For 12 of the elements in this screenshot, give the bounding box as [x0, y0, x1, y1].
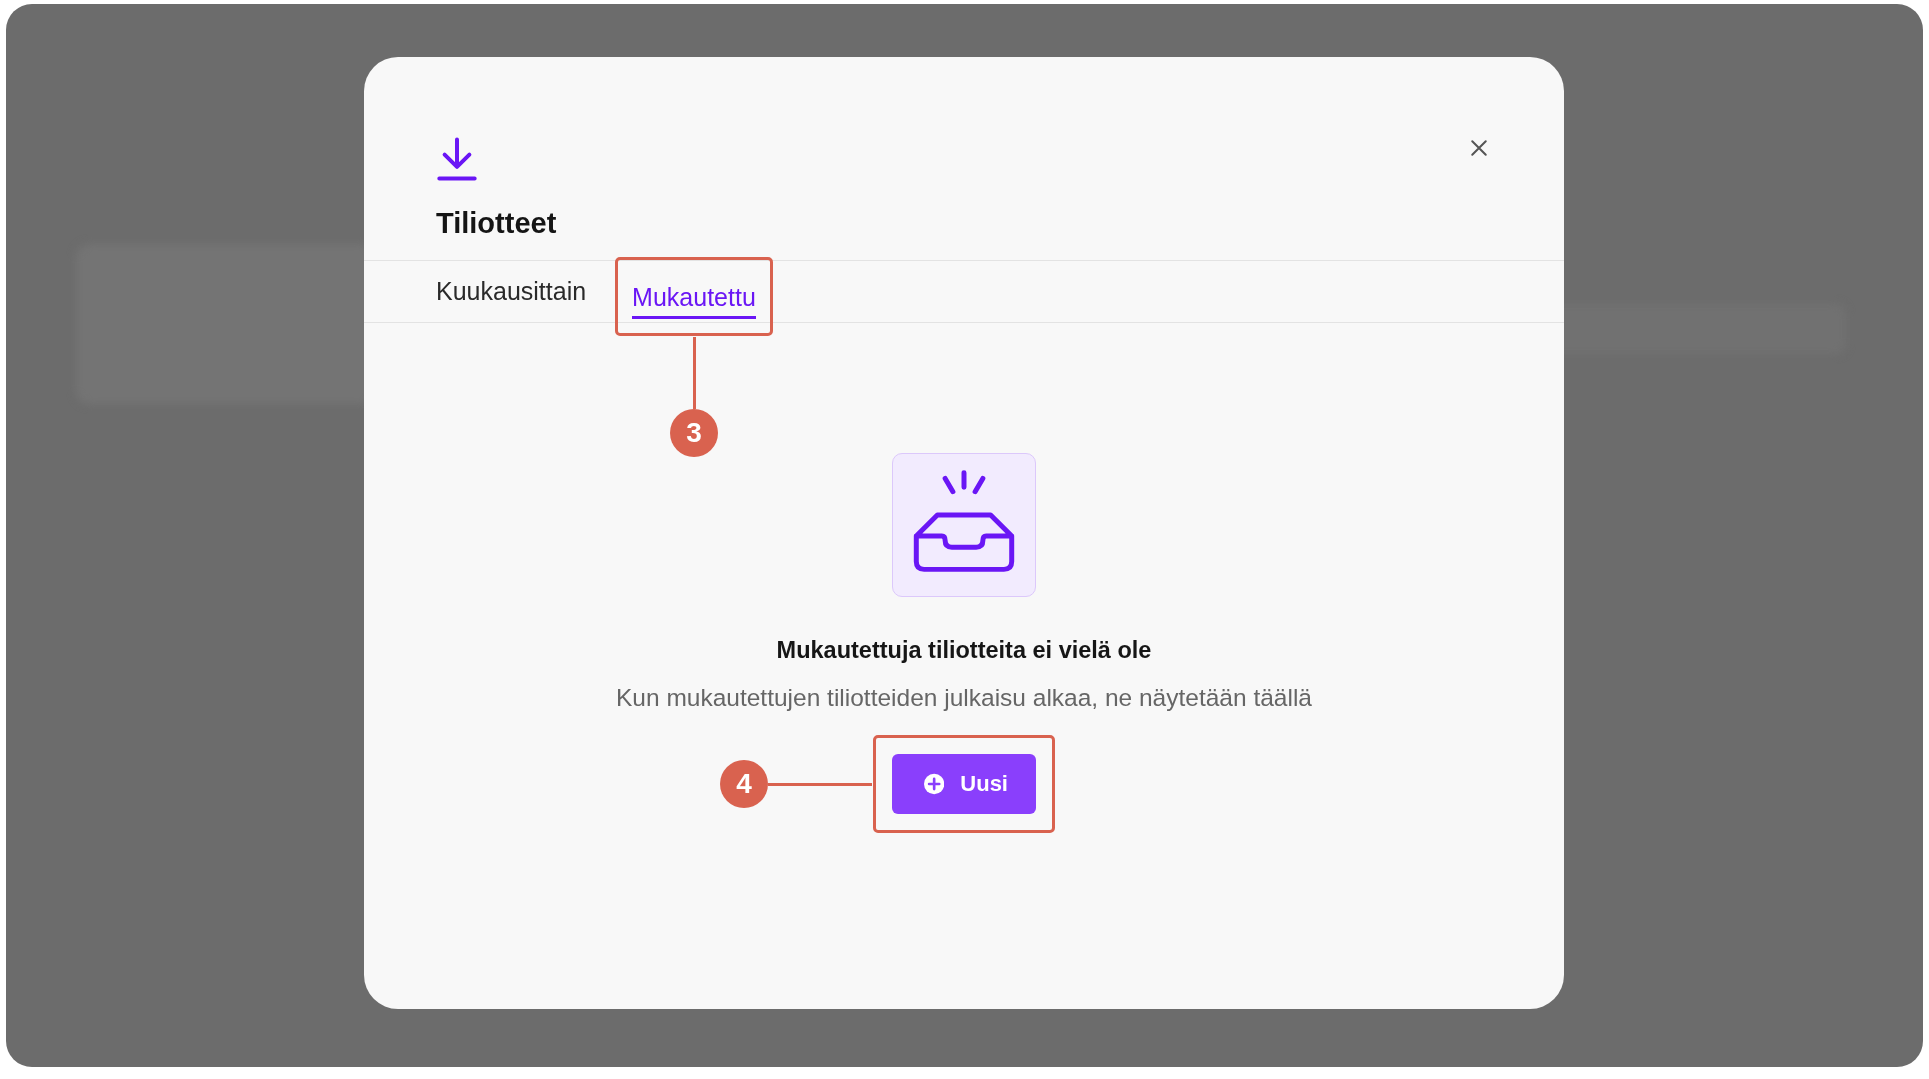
- close-icon: [1470, 139, 1488, 157]
- step-badge: 3: [669, 409, 718, 457]
- tab[interactable]: Kuukausittain: [436, 264, 587, 322]
- leader-line: [692, 337, 696, 409]
- empty-state-description: Kun mukautettujen tiliotteiden julkaisu alkaa, ne näytetään täällä: [616, 684, 1312, 712]
- new-button[interactable]: Uusi: [892, 754, 1036, 814]
- empty-state-heading: Mukautettuja tiliotteita ei vielä ole: [776, 637, 1152, 664]
- dialog-title: Tiliotteet: [436, 207, 558, 240]
- tab[interactable]: Mukautettu: [632, 279, 756, 319]
- step-badge: 4: [720, 760, 768, 808]
- plus-circle-icon: [924, 773, 945, 795]
- inbox-icon: [892, 453, 1036, 597]
